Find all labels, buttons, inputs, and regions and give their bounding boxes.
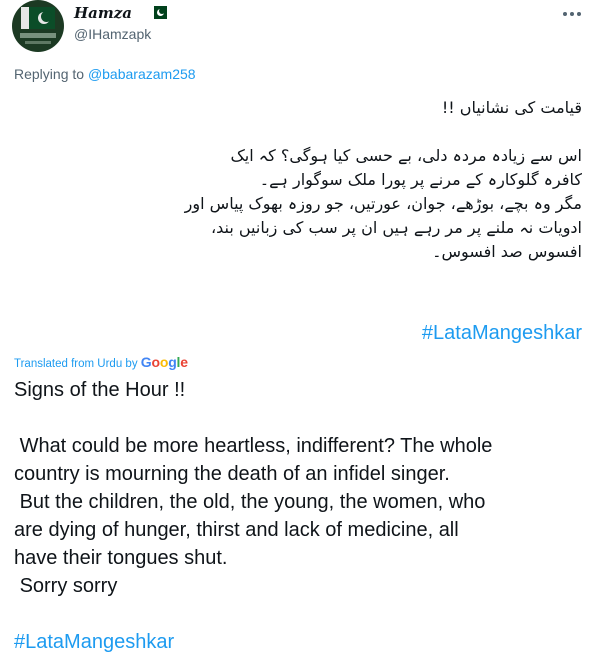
urdu-line: کافرہ گلوکارہ کے مرنے پر پورا ملک سوگوار…: [259, 170, 582, 189]
urdu-line: مگر وہ بچے، بوڑھے، جوان، عورتیں، جو روزہ…: [184, 194, 582, 213]
translation-line: are dying of hunger, thirst and lack of …: [14, 519, 459, 541]
translation-line: But the children, the old, the young, th…: [14, 491, 486, 513]
translation-line: Sorry sorry: [14, 575, 118, 597]
display-name[interactable]: Hamza: [74, 4, 132, 22]
hashtag-link[interactable]: #LataMangeshkar: [422, 322, 582, 345]
translation-line: have their tongues shut.: [14, 547, 228, 569]
urdu-line: افسوس صد افسوس۔: [432, 242, 582, 261]
translation-label: Translated from Urdu by: [14, 358, 141, 370]
translation-attribution[interactable]: Translated from Urdu by Google: [14, 354, 188, 370]
hashtag-link[interactable]: #LataMangeshkar: [14, 628, 586, 656]
translation-line: Signs of the Hour !!: [14, 379, 186, 401]
google-logo: Google: [140, 354, 188, 370]
replying-to: Replying to @babarazam258: [14, 66, 196, 82]
tweet-text-urdu: قیامت کی نشانیاں !! اس سے زیادہ مردہ دلی…: [14, 96, 582, 264]
translation-line: country is mourning the death of an infi…: [14, 463, 450, 485]
urdu-line: اس سے زیادہ مردہ دلی، بے حسی کیا ہوگی؟ ک…: [230, 146, 582, 165]
replying-prefix: Replying to: [14, 66, 88, 82]
pakistan-flag-icon: [149, 6, 167, 19]
user-handle[interactable]: @IHamzapk: [74, 26, 151, 42]
pakistan-flag-avatar-icon: [21, 7, 55, 29]
reply-mention-link[interactable]: @babarazam258: [88, 66, 196, 82]
tweet-translation: Signs of the Hour !! What could be more …: [14, 376, 586, 656]
urdu-line: ادویات نہ ملنے پر مر رہے ہیں ان پر سب کی…: [210, 218, 582, 237]
more-horizontal-icon[interactable]: [560, 6, 584, 22]
tweet-header: Hamza @IHamzapk: [12, 0, 584, 52]
translation-line: What could be more heartless, indifferen…: [14, 435, 493, 457]
avatar[interactable]: [12, 0, 64, 52]
urdu-line: قیامت کی نشانیاں !!: [441, 98, 582, 117]
